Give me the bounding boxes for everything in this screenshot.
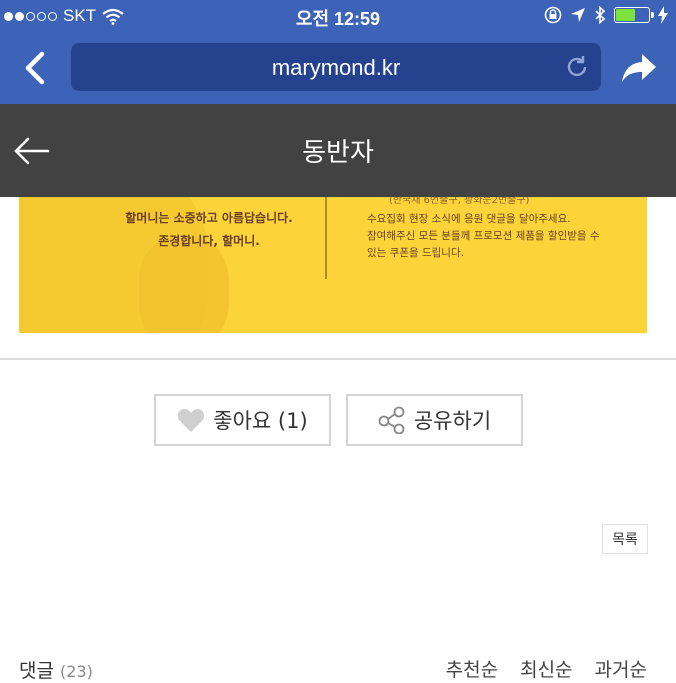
banner-image: (한국채 6번출구, 광화문2번출구) 할머니는 소중하고 아름답습니다. 존경… <box>19 197 647 333</box>
heart-icon <box>178 409 205 432</box>
share-nodes-icon <box>378 406 405 434</box>
chevron-left-icon[interactable] <box>18 50 54 86</box>
status-bar: SKT 오전 12:59 <box>0 0 676 34</box>
location-icon <box>571 8 585 22</box>
banner-right-line1: 수요집회 현장 소식에 응원 댓글을 달아주세요. <box>367 213 571 225</box>
url-field[interactable]: marymond.kr <box>71 43 601 91</box>
comments-header: 댓글 (23) <box>19 656 93 683</box>
banner-right-text: 수요집회 현장 소식에 응원 댓글을 달아주세요. 참여해주신 모든 분들께 프… <box>367 211 627 262</box>
battery-icon <box>614 7 654 23</box>
reload-icon[interactable] <box>563 53 591 81</box>
page-title: 동반자 <box>302 138 374 168</box>
banner-partial-text: (한국채 6번출구, 광화문2번출구) <box>389 197 530 206</box>
divider <box>0 358 676 360</box>
bluetooth-icon <box>595 6 606 24</box>
banner-left-text: 할머니는 소중하고 아름답습니다. 존경합니다, 할머니. <box>79 207 339 253</box>
banner-right-line2: 참여해주신 모든 분들께 프로모션 제품을 할인받을 수 <box>367 230 600 242</box>
browser-toolbar: marymond.kr <box>0 34 676 104</box>
comments-count: (23) <box>60 662 93 681</box>
page-header: 동반자 <box>0 104 676 197</box>
banner-left-line1: 할머니는 소중하고 아름답습니다. <box>125 211 293 225</box>
like-button[interactable]: 좋아요 (1) <box>154 394 331 446</box>
banner-right-line3: 있는 쿠폰을 드립니다. <box>367 247 464 259</box>
share-button[interactable]: 공유하기 <box>346 394 523 446</box>
charging-icon <box>658 6 668 24</box>
banner-left-line2: 존경합니다, 할머니. <box>158 234 260 248</box>
orientation-lock-icon <box>544 6 562 24</box>
list-button[interactable]: 목록 <box>602 524 648 554</box>
banner-divider <box>325 197 327 279</box>
like-label: 좋아요 (1) <box>213 409 308 433</box>
url-text: marymond.kr <box>271 55 401 80</box>
share-arrow-icon[interactable] <box>620 50 658 86</box>
status-right <box>544 6 668 24</box>
comments-label: 댓글 <box>19 660 54 682</box>
share-label: 공유하기 <box>413 409 492 433</box>
